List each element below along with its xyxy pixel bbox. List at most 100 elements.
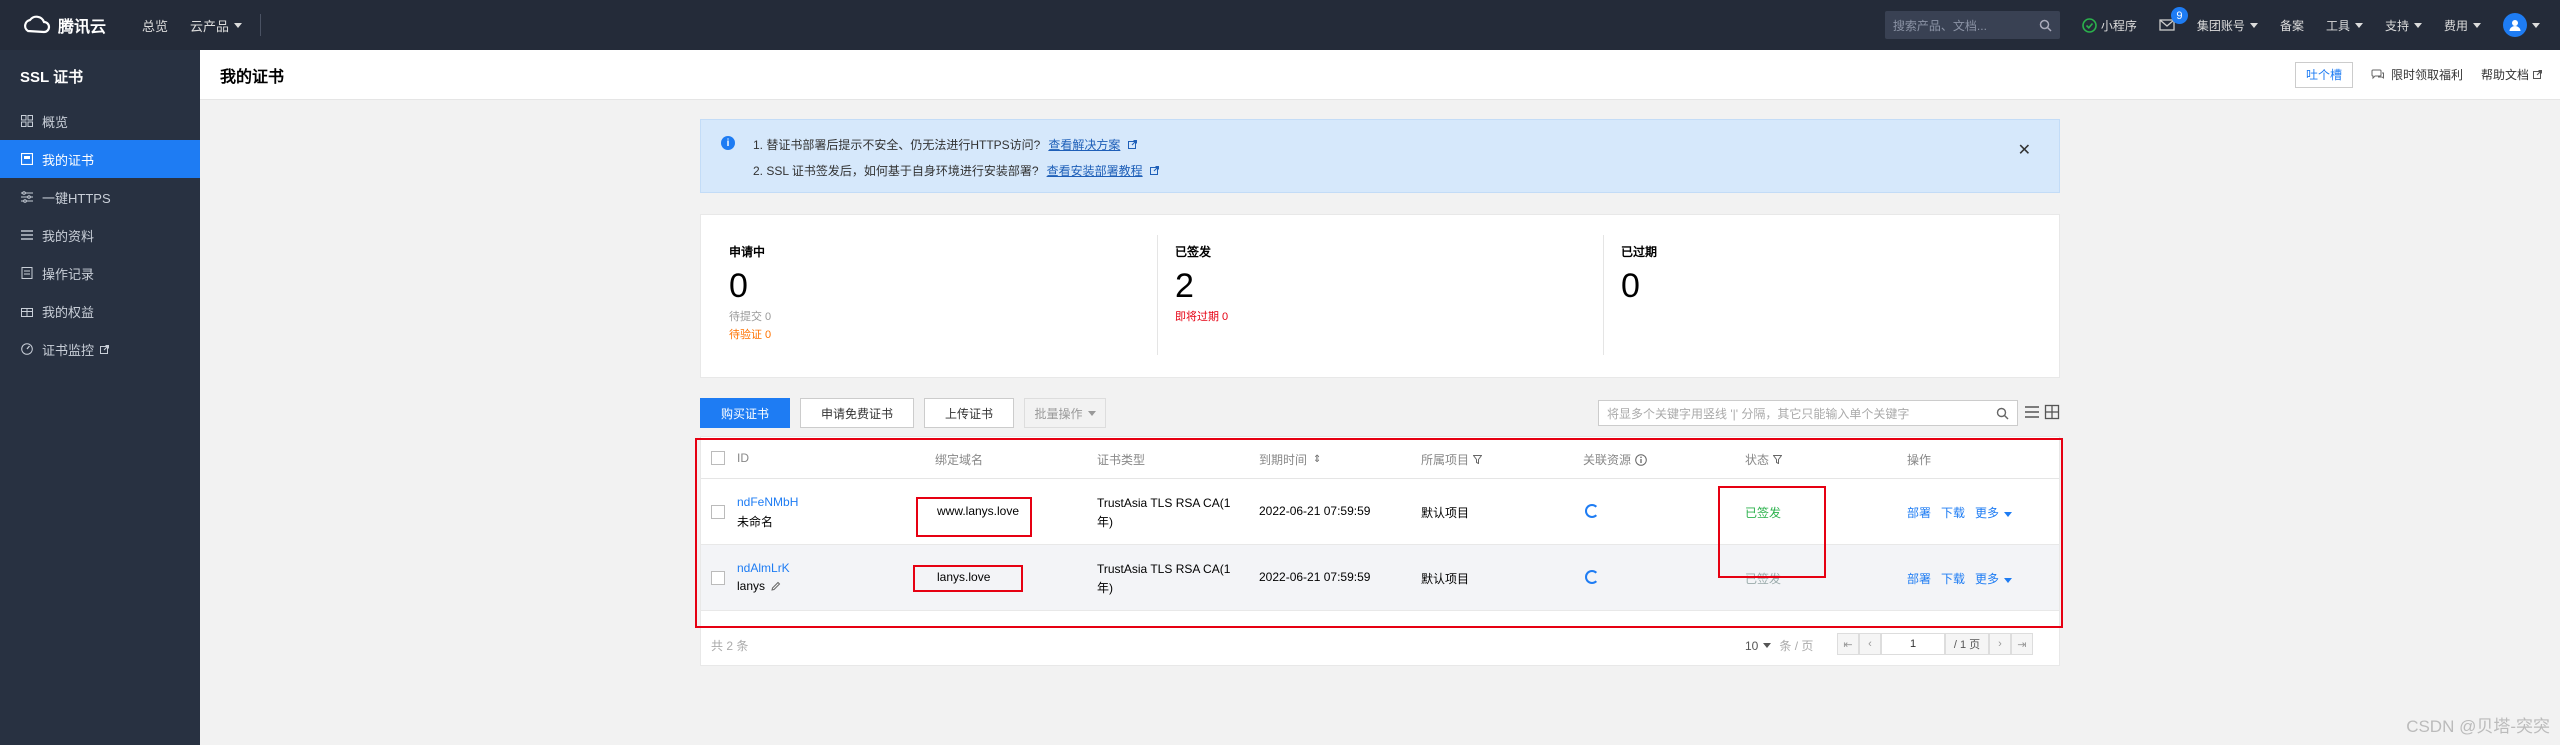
stat-value: 0	[1621, 267, 1640, 305]
benefit-link[interactable]: 限时领取福利	[2371, 66, 2463, 83]
search-icon[interactable]	[1996, 407, 2009, 420]
next-page-button[interactable]: ›	[1989, 633, 2011, 655]
stat-issued: 已签发 2 即将过期 0	[1175, 243, 1615, 324]
gift-icon	[20, 304, 34, 318]
external-link-icon	[1127, 140, 1137, 149]
buy-certificate-button[interactable]: 购买证书	[700, 398, 790, 428]
sidebar-item-my-certificates[interactable]: 我的证书	[0, 140, 200, 178]
stat-label: 已签发	[1175, 245, 1212, 259]
support-label: 支持	[2384, 18, 2409, 33]
sidebar-item-label: 一键HTTPS	[42, 190, 111, 206]
nav-overview[interactable]: 总览	[142, 16, 168, 35]
sidebar-title: SSL 证书	[20, 68, 84, 86]
list-icon	[20, 228, 34, 242]
mini-program-label: 小程序	[2100, 18, 2137, 33]
help-docs-label: 帮助文档	[2480, 68, 2529, 82]
last-page-button[interactable]: ⇥	[2011, 633, 2033, 655]
solution-link[interactable]: 查看解决方案	[1048, 138, 1120, 152]
document-icon	[20, 266, 34, 280]
page-size-suffix: 条 / 页	[1779, 639, 1814, 653]
group-account-label: 集团账号	[2196, 18, 2245, 33]
grid-icon	[20, 114, 34, 128]
sidebar-item-label: 操作记录	[42, 266, 95, 282]
sidebar-item-one-click-https[interactable]: 一键HTTPS	[0, 178, 200, 216]
stat-divider	[1157, 235, 1158, 355]
external-link-icon	[100, 344, 110, 354]
top-navbar: 腾讯云 总览 云产品 搜索产品、文档... 小程序 9 集团账号 备案 工具 支…	[0, 0, 2560, 50]
chevron-down-icon	[1763, 643, 1772, 648]
sidebar-item-my-materials[interactable]: 我的资料	[0, 216, 200, 254]
batch-operation-button[interactable]: 批量操作	[1024, 398, 1106, 428]
chevron-down-icon	[234, 22, 243, 28]
global-search-input[interactable]: 搜索产品、文档...	[1884, 11, 2060, 39]
certificate-toolbar: 购买证书 申请免费证书 上传证书 批量操作 将显多个关键字用竖线 '|' 分隔，…	[700, 398, 2060, 428]
prev-page-button[interactable]: ‹	[1859, 633, 1881, 655]
external-link-icon	[2533, 70, 2542, 79]
billing-menu[interactable]: 费用	[2444, 17, 2481, 34]
sidebar-item-label: 概览	[42, 114, 69, 130]
page-size-select[interactable]: 10 条 / 页	[1745, 637, 1813, 654]
chevron-down-icon	[1087, 410, 1096, 416]
sidebar-item-operation-log[interactable]: 操作记录	[0, 254, 200, 292]
stat-pending-submit[interactable]: 待提交 0	[729, 308, 1169, 324]
tencent-cloud-logo[interactable]: 腾讯云	[20, 13, 120, 37]
certificate-search-input[interactable]: 将显多个关键字用竖线 '|' 分隔，其它只能输入单个关键字	[1598, 400, 2018, 426]
logo-text: 腾讯云	[58, 19, 107, 36]
search-icon[interactable]	[2039, 19, 2052, 32]
nav-divider	[260, 14, 262, 36]
certificate-search-placeholder: 将显多个关键字用竖线 '|' 分隔，其它只能输入单个关键字	[1607, 406, 1910, 421]
sidebar-item-label: 我的证书	[42, 152, 95, 168]
support-menu[interactable]: 支持	[2385, 17, 2422, 34]
cloud-logo-icon	[24, 15, 51, 34]
sidebar-item-label: 我的权益	[42, 304, 95, 320]
total-count: 共 2 条	[711, 639, 749, 653]
chevron-down-icon	[2473, 22, 2481, 28]
tools-menu[interactable]: 工具	[2326, 17, 2363, 34]
mail-button[interactable]: 9	[2159, 7, 2188, 31]
alert-text-1: 1. 替证书部署后提示不安全、仍无法进行HTTPS访问?	[753, 138, 1041, 152]
nav-cloud-products-label: 云产品	[190, 18, 230, 34]
current-page-input[interactable]: 1	[1881, 633, 1945, 655]
annotation-box-domain-2	[913, 565, 1023, 592]
sidebar-item-certificate-monitor[interactable]: 证书监控	[0, 330, 200, 368]
filing-link[interactable]: 备案	[2280, 17, 2304, 34]
first-page-button[interactable]: ⇤	[1837, 633, 1859, 655]
user-icon	[2509, 20, 2521, 31]
user-menu[interactable]	[2503, 13, 2540, 37]
chevron-down-icon	[2354, 22, 2363, 28]
info-alert: i 1. 替证书部署后提示不安全、仍无法进行HTTPS访问? 查看解决方案 2. …	[700, 119, 2060, 193]
annotation-box-domain-1	[916, 497, 1032, 537]
stat-expired: 已过期 0	[1621, 243, 2061, 304]
sidebar-item-overview[interactable]: 概览	[0, 102, 200, 140]
help-docs-link[interactable]: 帮助文档	[2481, 66, 2542, 83]
watermark: CSDN @贝塔-突突	[2406, 717, 2550, 736]
apply-free-certificate-button[interactable]: 申请免费证书	[800, 398, 914, 428]
sidebar: SSL 证书 概览 我的证书 一键HTTPS 我的资料 操作记录 我的权益 证书…	[0, 50, 200, 745]
mini-program-link[interactable]: 小程序	[2082, 17, 2137, 34]
alert-line-2: 2. SSL 证书签发后，如何基于自身环境进行安装部署? 查看安装部署教程	[753, 162, 1159, 179]
nav-cloud-products[interactable]: 云产品	[190, 16, 243, 35]
feedback-button[interactable]: 吐个槽	[2294, 61, 2353, 88]
certificate-stats-card: 申请中 0 待提交 0 待验证 0 已签发 2 即将过期 0 已过期 0	[700, 214, 2060, 378]
billing-label: 费用	[2443, 18, 2468, 33]
chevron-down-icon	[2249, 22, 2258, 28]
group-account-menu[interactable]: 集团账号	[2197, 17, 2258, 34]
close-icon[interactable]: ✕	[2018, 140, 2031, 160]
page-title: 我的证书	[220, 68, 285, 86]
settings-list-icon	[20, 190, 34, 204]
deploy-tutorial-link[interactable]: 查看安装部署教程	[1047, 164, 1143, 178]
sidebar-item-my-benefits[interactable]: 我的权益	[0, 292, 200, 330]
stat-expiring-soon[interactable]: 即将过期 0	[1175, 308, 1615, 324]
grid-view-icon[interactable]	[2044, 404, 2060, 420]
stat-pending-verify[interactable]: 待验证 0	[729, 326, 1169, 342]
chevron-down-icon	[2413, 22, 2422, 28]
list-view-icon[interactable]	[2024, 404, 2040, 420]
upload-certificate-button[interactable]: 上传证书	[924, 398, 1014, 428]
alert-text-2: 2. SSL 证书签发后，如何基于自身环境进行安装部署?	[753, 164, 1039, 178]
total-pages: / 1 页	[1945, 633, 1989, 655]
tools-label: 工具	[2325, 18, 2350, 33]
sidebar-item-label: 我的资料	[42, 228, 95, 244]
stat-value: 0	[729, 267, 748, 305]
stat-value: 2	[1175, 267, 1194, 305]
batch-operation-label: 批量操作	[1034, 406, 1083, 421]
